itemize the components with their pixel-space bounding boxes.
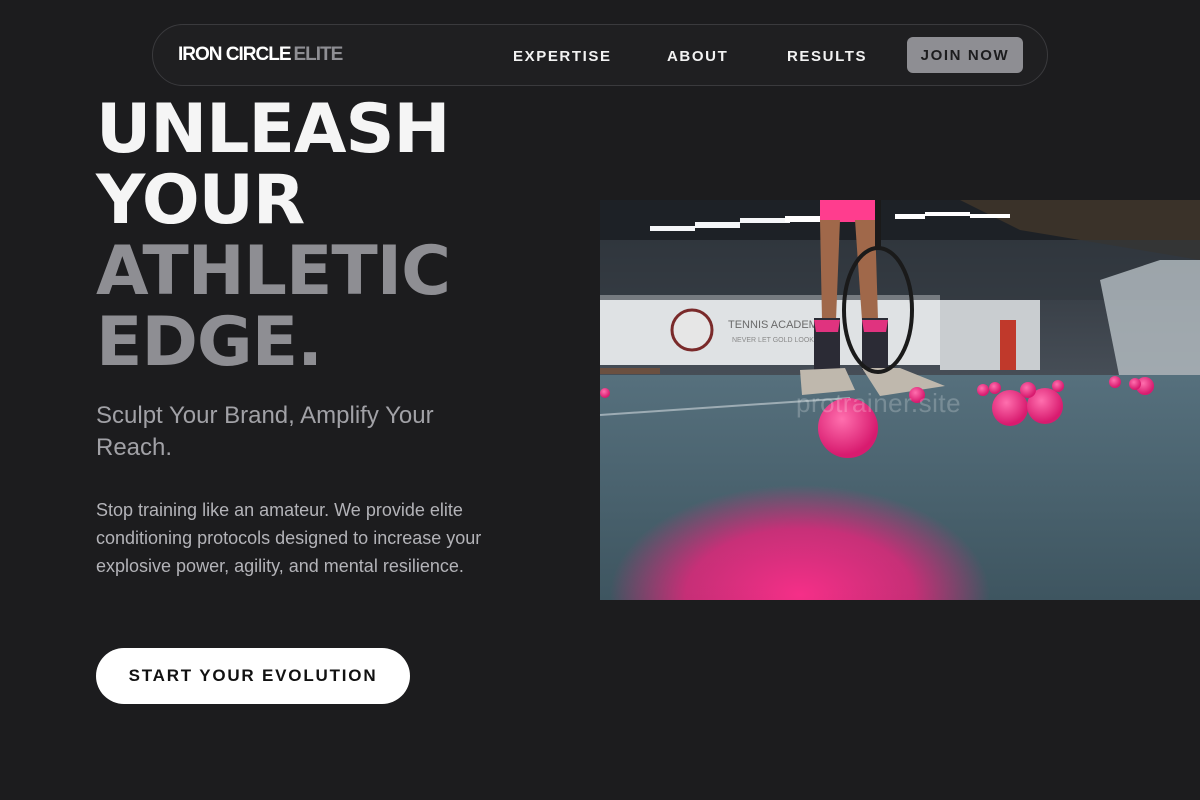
top-navigation: IRON CIRCLE ELITE EXPERTISE ABOUT RESULTS… xyxy=(152,24,1048,86)
hero-title-line-2: YOUR xyxy=(96,161,305,240)
hero-subtitle: Sculpt Your Brand, Amplify Your Reach. xyxy=(96,402,434,461)
landing-page: IRON CIRCLE ELITE EXPERTISE ABOUT RESULTS… xyxy=(0,0,1200,800)
logo-primary-text: IRON CIRCLE xyxy=(178,44,291,65)
nav-link-about[interactable]: ABOUT xyxy=(667,48,728,65)
logo-secondary-text: ELITE xyxy=(293,44,344,65)
brand-logo[interactable]: IRON CIRCLE ELITE xyxy=(178,44,344,66)
hero-description: Stop training like an amateur. We provid… xyxy=(96,500,482,576)
start-evolution-button[interactable]: START YOUR EVOLUTION xyxy=(96,648,410,704)
nav-link-expertise[interactable]: EXPERTISE xyxy=(513,48,612,65)
hero-title-line-3: ATHLETIC xyxy=(96,232,451,311)
nav-link-results[interactable]: RESULTS xyxy=(787,48,867,65)
banner-subtext: NEVER LET GOLD LOOK xyxy=(732,337,814,344)
hero-title-line-4: EDGE. xyxy=(96,303,323,382)
hero-title: UNLEASH YOUR ATHLETIC EDGE. xyxy=(96,90,451,382)
photo-watermark: protrainer.site xyxy=(796,388,962,418)
hero-photo-tennis-court: TENNIS ACADEMY NEVER LET GOLD LOOK protr… xyxy=(600,200,1200,600)
hero-title-line-1: UNLEASH xyxy=(96,90,450,169)
join-now-button[interactable]: JOIN NOW xyxy=(907,37,1023,73)
banner-text: TENNIS ACADEMY xyxy=(728,319,826,331)
